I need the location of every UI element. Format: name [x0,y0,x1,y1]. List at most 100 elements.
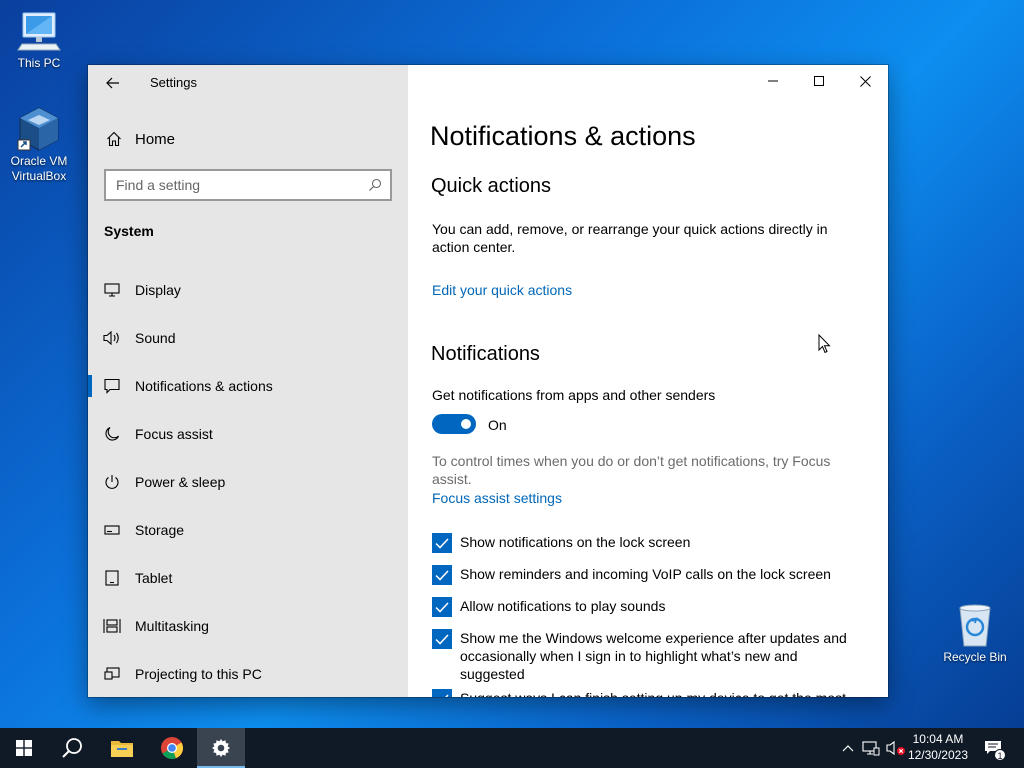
checkmark-icon [435,601,449,613]
clock-time: 10:04 AM [912,732,964,746]
moon-icon [88,426,135,442]
sidebar-item-display[interactable]: Display [88,266,408,314]
sidebar-item-label: Notifications & actions [135,378,273,394]
clock-date: 12/30/2023 [907,748,968,762]
content-pane: Notifications & actions Quick actions Yo… [408,65,888,697]
start-button[interactable] [0,728,48,768]
desktop-icon-virtualbox[interactable]: Oracle VM VirtualBox [1,106,77,184]
sidebar-item-label: Projecting to this PC [135,666,262,682]
checkbox[interactable] [432,533,452,553]
focus-assist-settings-link[interactable]: Focus assist settings [432,490,562,506]
checkbox-row-suggest[interactable]: Suggest ways I can finish setting up my … [432,689,862,697]
edit-quick-actions-link[interactable]: Edit your quick actions [432,282,572,298]
page-title: Notifications & actions [430,121,696,151]
speaker-icon [88,331,135,345]
windows-logo-icon [16,740,32,756]
mouse-cursor-icon [818,334,831,354]
sidebar-item-label: Sound [135,330,176,346]
taskbar: 10:04 AM 12/30/2023 1 [0,728,1024,768]
sidebar-item-focus-assist[interactable]: Focus assist [88,410,408,458]
clock[interactable]: 10:04 AM 12/30/2023 [908,731,968,763]
notifications-toggle[interactable] [432,414,476,434]
checkmark-icon [435,537,449,549]
checkbox-label: Show me the Windows welcome experience a… [460,630,847,682]
show-hidden-icons-button[interactable] [838,728,858,768]
desktop-icon-label: This PC [17,56,61,70]
folder-icon [111,741,133,757]
multitasking-icon [88,618,135,634]
checkbox-row-welcome[interactable]: Show me the Windows welcome experience a… [432,629,862,683]
close-icon [859,75,871,87]
maximize-button[interactable] [796,65,842,97]
sidebar-item-label: Multitasking [135,618,209,634]
checkbox-row-lock-screen[interactable]: Show notifications on the lock screen [432,533,862,553]
checkbox-label: Allow notifications to play sounds [460,598,666,614]
sidebar-item-label: Tablet [135,570,173,586]
desktop-icon-recycle-bin[interactable]: Recycle Bin [937,602,1013,665]
search-taskbar-button[interactable] [48,728,96,768]
quick-actions-description: You can add, remove, or rearrange your q… [432,221,828,255]
checkmark-icon [435,633,449,645]
checkbox[interactable] [432,629,452,649]
search-input[interactable] [116,177,368,193]
sidebar-item-projecting[interactable]: Projecting to this PC [88,650,408,697]
sidebar-nav: Display Sound Notifications & actions Fo… [88,266,408,697]
sidebar-item-storage[interactable]: Storage [88,506,408,554]
storage-icon [88,524,135,536]
checkbox-label: Show reminders and incoming VoIP calls o… [460,566,831,582]
notification-count-badge: 1 [994,749,1006,761]
search-box[interactable] [104,169,392,201]
checkmark-icon [435,569,449,581]
network-icon [862,741,880,756]
virtualbox-icon [17,107,59,151]
projector-icon [88,667,135,681]
close-button[interactable] [842,65,888,97]
desktop-icon-this-pc[interactable]: This PC [1,10,77,71]
minimize-button[interactable] [750,65,796,97]
sidebar-item-tablet[interactable]: Tablet [88,554,408,602]
action-center-button[interactable]: 1 [978,728,1008,768]
sidebar-item-label: Storage [135,522,185,538]
gear-icon [212,739,230,757]
search-icon[interactable] [368,178,382,192]
sidebar-item-label: Power & sleep [135,474,226,490]
settings-taskbar-button[interactable] [197,728,245,768]
checkbox[interactable] [432,565,452,585]
message-icon [88,378,135,394]
computer-icon [17,12,61,51]
toggle-state-label: On [488,417,507,433]
checkmark-icon [444,693,449,697]
notifications-toggle-label: Get notifications from apps and other se… [432,387,716,403]
quick-actions-heading: Quick actions [431,175,552,197]
settings-window: Settings Home System Display Sound Not [88,65,888,697]
checkbox-row-sounds[interactable]: Allow notifications to play sounds [432,597,862,617]
checkbox[interactable] [432,689,452,697]
sidebar-item-notifications[interactable]: Notifications & actions [88,362,408,410]
volume-button[interactable] [884,728,908,768]
notifications-heading: Notifications [431,343,540,365]
desktop-icon-label: Recycle Bin [943,650,1007,664]
home-icon [88,131,135,147]
volume-muted-icon [886,740,905,756]
sidebar-item-multitasking[interactable]: Multitasking [88,602,408,650]
recycle-bin-icon [959,604,991,647]
tablet-icon [88,570,135,586]
file-explorer-button[interactable] [98,728,146,768]
back-button[interactable] [100,71,126,95]
back-arrow-icon [106,77,119,89]
checkbox[interactable] [432,597,452,617]
toggle-knob [461,419,471,429]
sidebar-item-label: Focus assist [135,426,213,442]
power-icon [88,474,135,490]
sidebar-item-power-sleep[interactable]: Power & sleep [88,458,408,506]
sidebar: Settings Home System Display Sound Not [88,65,408,697]
sidebar-item-home[interactable]: Home [88,123,408,155]
checkbox-row-voip[interactable]: Show reminders and incoming VoIP calls o… [432,565,862,585]
chevron-up-icon [842,745,854,752]
sidebar-item-label: Home [135,130,176,148]
sidebar-item-sound[interactable]: Sound [88,314,408,362]
network-button[interactable] [860,728,882,768]
checkbox-label: Show notifications on the lock screen [460,534,691,550]
chrome-button[interactable] [148,728,196,768]
search-icon [62,738,82,758]
